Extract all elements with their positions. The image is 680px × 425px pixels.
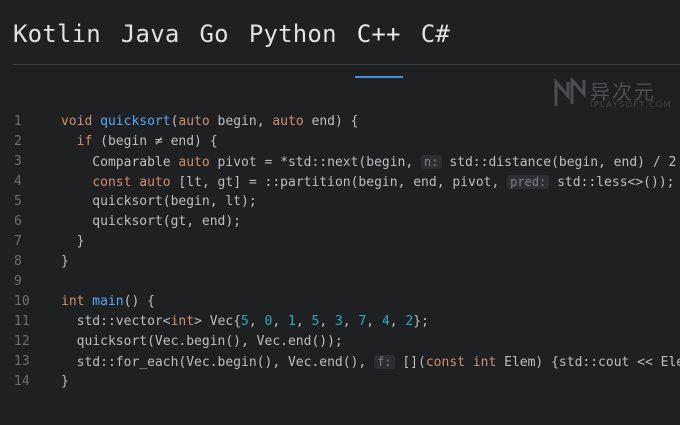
logo-icon	[554, 78, 586, 106]
code-line: 10 int main() {	[0, 292, 680, 312]
inlay-hint: n:	[421, 155, 442, 169]
line-number: 10	[14, 294, 30, 309]
line-number: 6	[14, 214, 22, 229]
line-number: 3	[14, 154, 22, 169]
line-number: 14	[14, 374, 30, 389]
tab-go[interactable]: Go	[200, 18, 229, 64]
tabs-divider	[13, 64, 680, 65]
code-line: 11 std::vector<int> Vec{5, 0, 1, 5, 3, 7…	[0, 312, 680, 332]
code-editor[interactable]: 1 void quicksort(auto begin, auto end) { …	[0, 112, 680, 392]
line-number: 12	[14, 334, 30, 349]
line-number: 13	[14, 354, 30, 369]
language-tabs: Kotlin Java Go Python C++ C#	[13, 18, 470, 78]
line-number: 4	[14, 174, 22, 189]
tab-kotlin[interactable]: Kotlin	[13, 18, 101, 64]
inlay-hint: f:	[374, 355, 395, 369]
inlay-hint: pred:	[507, 175, 550, 189]
code-line: 14}	[0, 372, 680, 392]
line-number: 2	[14, 134, 22, 149]
watermark-logo: 异次元 IPLAYSOFT.COM	[554, 76, 671, 114]
tab-cpp[interactable]: C++	[354, 18, 403, 78]
line-number: 5	[14, 194, 22, 209]
tab-python[interactable]: Python	[249, 18, 337, 64]
code-line: 8}	[0, 252, 680, 272]
line-number: 11	[14, 314, 30, 329]
code-line: 3 Comparable auto pivot = *std::next(beg…	[14, 154, 677, 170]
tab-java[interactable]: Java	[121, 18, 180, 64]
code-line: 7 }	[0, 232, 680, 252]
code-line: 2 if (begin ≠ end) {	[0, 132, 680, 152]
code-line: 13 std::for_each(Vec.begin(), Vec.end(),…	[14, 354, 680, 370]
tab-csharp[interactable]: C#	[421, 18, 450, 64]
code-line: 5 quicksort(begin, lt);	[0, 192, 680, 212]
line-number: 7	[14, 234, 22, 249]
line-number: 1	[14, 114, 22, 129]
code-line: 12 quicksort(Vec.begin(), Vec.end());	[0, 332, 680, 352]
line-number: 8	[14, 254, 22, 269]
code-line: 1 void quicksort(auto begin, auto end) {	[0, 112, 680, 132]
code-line: 4 const auto [lt, gt] = ::partition(begi…	[14, 174, 675, 190]
code-line: 6 quicksort(gt, end);	[0, 212, 680, 232]
line-number: 9	[14, 274, 22, 289]
code-line: 9	[0, 272, 680, 292]
watermark-subtitle: IPLAYSOFT.COM	[590, 100, 673, 109]
